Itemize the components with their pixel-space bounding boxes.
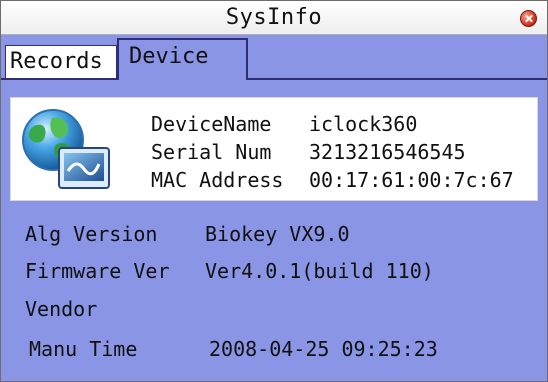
close-icon[interactable] [520,10,537,27]
tab-divider [1,78,547,80]
device-name-label: DeviceName [151,112,272,136]
alg-version-label: Alg Version [25,222,158,246]
tab-records[interactable]: Records [5,45,117,78]
mac-address-label: MAC Address [151,168,284,192]
mac-address-value: 00:17:61:00:7c:67 [309,168,514,192]
sysinfo-window: SysInfo Records Device DeviceName iclock… [0,0,548,382]
window-title: SysInfo [225,5,323,30]
tab-device[interactable]: Device [117,38,248,80]
firmware-ver-label: Firmware Ver [25,259,170,283]
manu-time-value: 2008-04-25 09:25:23 [209,337,438,361]
title-bar: SysInfo [1,1,547,35]
serial-num-value: 3213216546545 [309,140,466,164]
device-info-card: DeviceName iclock360 Serial Num 32132165… [10,97,538,201]
alg-version-value: Biokey VX9.0 [205,222,350,246]
firmware-ver-value: Ver4.0.1(build 110) [205,259,434,283]
manu-time-label: Manu Time [29,337,138,361]
tab-strip: Records Device [1,35,547,80]
device-name-value: iclock360 [309,112,418,136]
serial-num-label: Serial Num [151,140,272,164]
globe-monitor-icon [22,109,110,189]
vendor-label: Vendor [25,297,98,321]
